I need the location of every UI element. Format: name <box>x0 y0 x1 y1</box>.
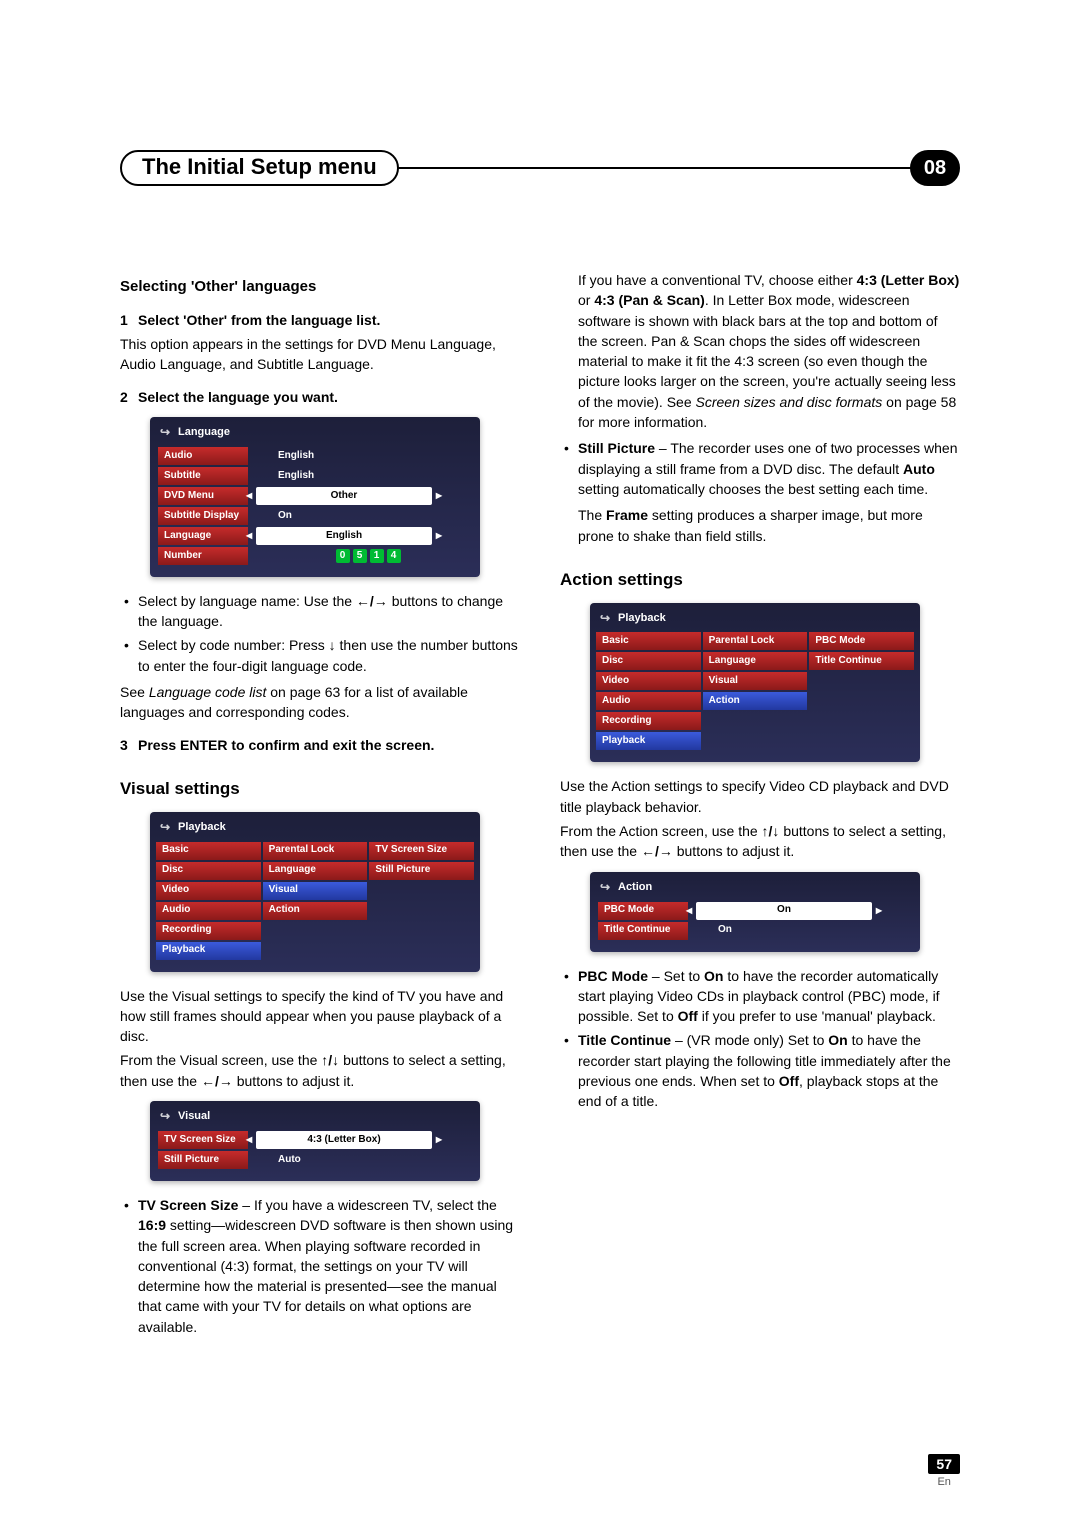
action-p1: Use the Action settings to specify Video… <box>560 776 960 817</box>
bullet-tv-screen-size: TV Screen Size – If you have a widescree… <box>138 1195 520 1337</box>
chapter-title: The Initial Setup menu <box>142 154 377 180</box>
chapter-title-pill: The Initial Setup menu <box>120 150 399 186</box>
visual-settings-heading: Visual settings <box>120 777 520 802</box>
chapter-number-badge: 08 <box>910 150 960 186</box>
visual-p1: Use the Visual settings to specify the k… <box>120 986 520 1047</box>
bullet-select-by-code: Select by code number: Press ↓ then use … <box>138 635 520 676</box>
frame-note: The Frame setting produces a sharper ima… <box>560 505 960 546</box>
osd-playback-visual-panel: Playback BasicParental LockTV Screen Siz… <box>150 812 480 972</box>
down-arrow-icon: ↓ <box>329 637 336 653</box>
left-right-arrow-icon: ←/→ <box>356 593 388 609</box>
osd-visual-panel: Visual TV Screen Size4:3 (Letter Box) St… <box>150 1101 480 1181</box>
osd-language-title: Language <box>150 423 480 447</box>
up-down-arrow-icon: ↑/↓ <box>762 823 780 839</box>
bullet-title-continue: Title Continue – (VR mode only) Set to O… <box>578 1030 960 1111</box>
title-rule <box>397 167 912 169</box>
osd-dvdmenu-value[interactable]: Other <box>256 487 432 505</box>
chapter-title-bar: The Initial Setup menu 08 <box>120 150 960 186</box>
osd-number-value: 0 5 1 4 <box>248 547 472 565</box>
step-1: 1Select 'Other' from the language list. <box>120 310 520 330</box>
language-select-bullets: Select by language name: Use the ←/→ but… <box>120 591 520 676</box>
right-column: If you have a conventional TV, choose ei… <box>560 266 960 1343</box>
bullet-still-picture: Still Picture – The recorder uses one of… <box>578 438 960 499</box>
step-2: 2Select the language you want. <box>120 387 520 407</box>
page-language: En <box>928 1476 960 1488</box>
osd-language-value[interactable]: English <box>256 527 432 545</box>
osd-action-panel: Action PBC ModeOn Title ContinueOn <box>590 872 920 952</box>
page-footer: 57 En <box>928 1454 960 1488</box>
bullet-select-by-name: Select by language name: Use the ←/→ but… <box>138 591 520 632</box>
action-p2: From the Action screen, use the ↑/↓ butt… <box>560 821 960 862</box>
left-right-arrow-icon: ←/→ <box>201 1073 233 1089</box>
left-right-arrow-icon: ←/→ <box>641 843 673 859</box>
osd-pbc-value[interactable]: On <box>696 902 872 920</box>
bullet-pbc-mode: PBC Mode – Set to On to have the recorde… <box>578 966 960 1027</box>
conventional-tv-p: If you have a conventional TV, choose ei… <box>560 270 960 432</box>
left-column: Selecting 'Other' languages 1Select 'Oth… <box>120 266 520 1343</box>
visual-p2: From the Visual screen, use the ↑/↓ butt… <box>120 1050 520 1091</box>
osd-language-panel: Language AudioEnglish SubtitleEnglish DV… <box>150 417 480 577</box>
step-1-body: This option appears in the settings for … <box>120 334 520 375</box>
osd-tvsize-value[interactable]: 4:3 (Letter Box) <box>256 1131 432 1149</box>
osd-playback-action-panel: Playback BasicParental LockPBC Mode Disc… <box>590 603 920 763</box>
selecting-other-heading: Selecting 'Other' languages <box>120 276 520 298</box>
step-3: 3Press ENTER to confirm and exit the scr… <box>120 735 520 755</box>
page-number: 57 <box>928 1454 960 1474</box>
see-language-code-list: See Language code list on page 63 for a … <box>120 682 520 723</box>
up-down-arrow-icon: ↑/↓ <box>321 1052 339 1068</box>
action-settings-heading: Action settings <box>560 568 960 593</box>
